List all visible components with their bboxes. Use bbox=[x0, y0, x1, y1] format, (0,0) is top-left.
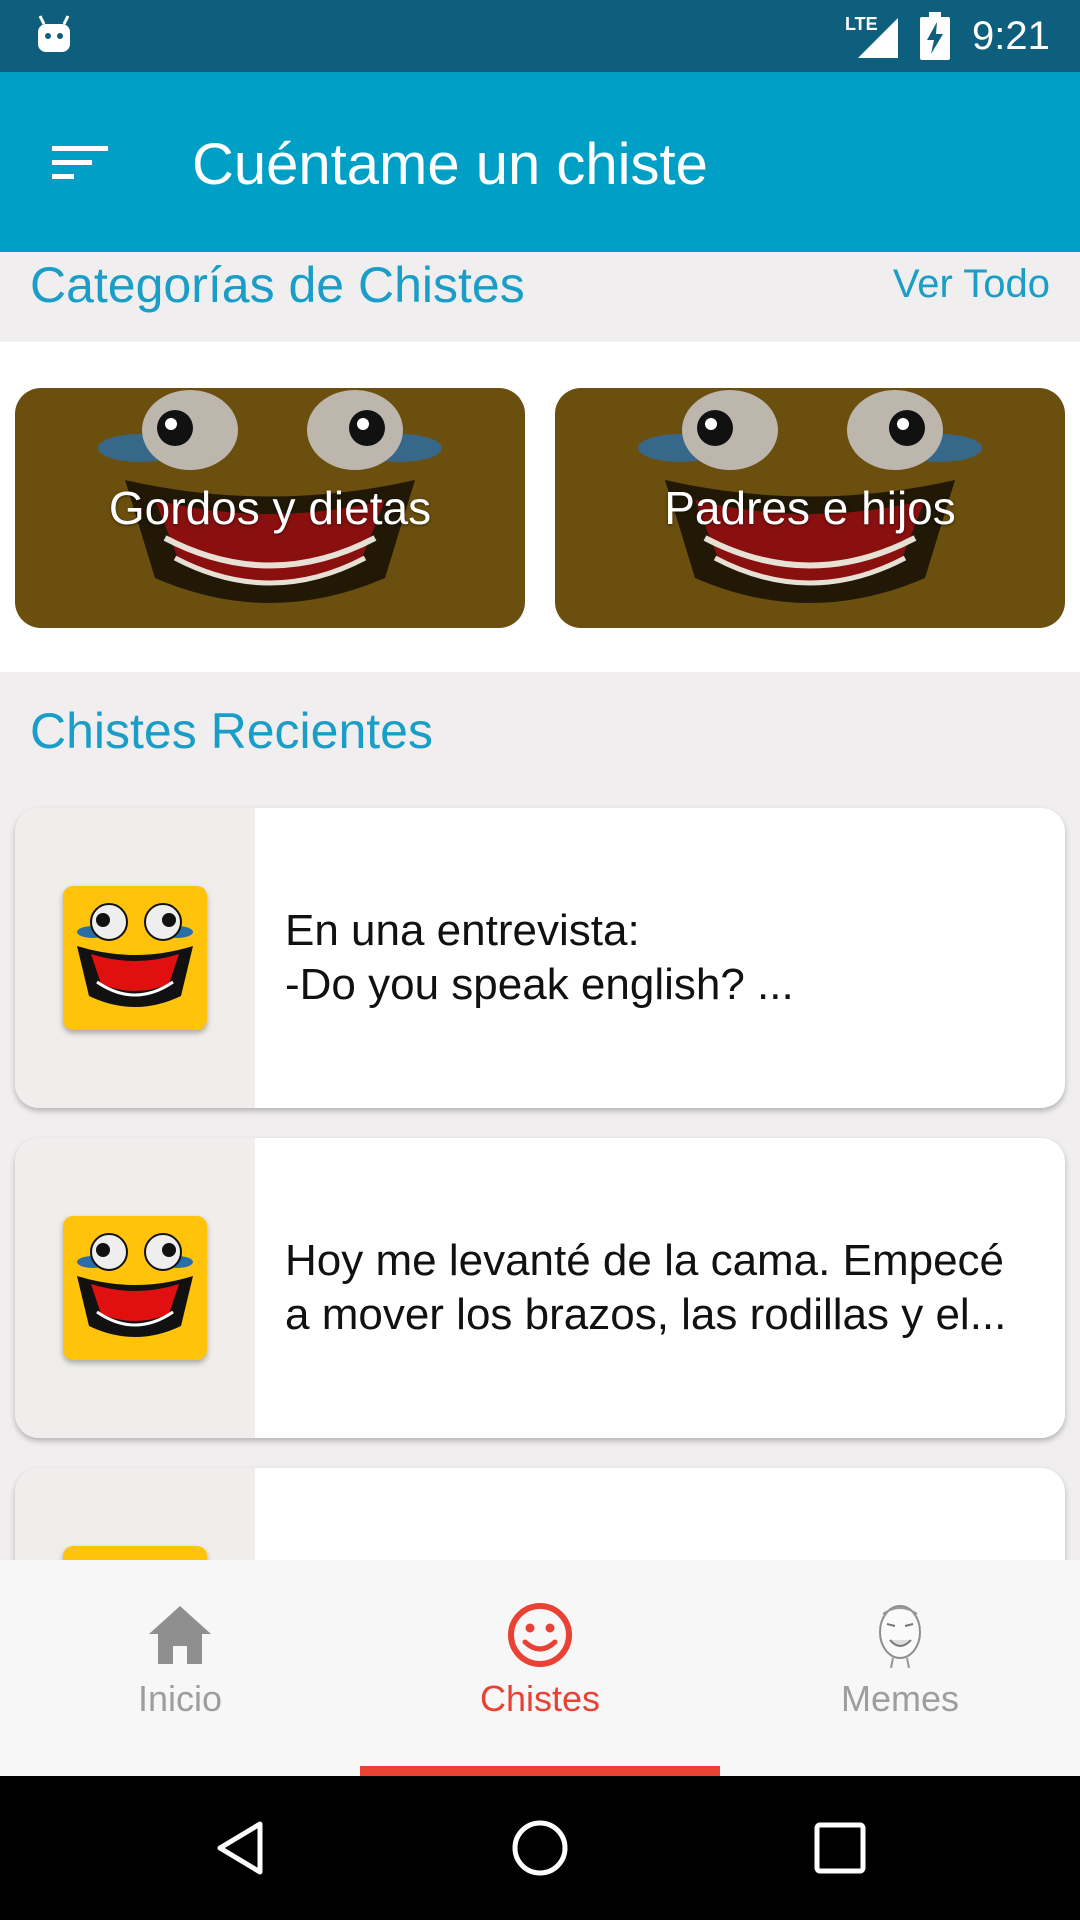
system-navigation-bar bbox=[0, 1776, 1080, 1920]
back-icon[interactable] bbox=[210, 1818, 270, 1878]
category-label: Padres e hijos bbox=[664, 482, 956, 534]
recent-jokes-header: Chistes Recientes bbox=[0, 672, 1080, 792]
category-card[interactable]: Gordos y dietas bbox=[15, 388, 525, 628]
battery-charging-icon bbox=[920, 12, 950, 60]
joke-thumbnail bbox=[63, 1216, 207, 1360]
joke-card[interactable]: Hoy me levanté de la cama. Empecé a move… bbox=[15, 1138, 1065, 1438]
categories-title: Categorías de Chistes bbox=[30, 257, 525, 313]
laughing-face-icon bbox=[77, 903, 193, 1007]
home-circle-icon[interactable] bbox=[510, 1818, 570, 1878]
meme-face-icon bbox=[879, 1605, 921, 1669]
nav-label: Memes bbox=[840, 1678, 960, 1719]
android-notification-icon bbox=[38, 15, 70, 52]
home-icon bbox=[149, 1606, 211, 1664]
clock: 9:21 bbox=[972, 14, 1050, 58]
joke-card[interactable]: En una entrevista: -Do you speak english… bbox=[15, 808, 1065, 1108]
app-title: Cuéntame un chiste bbox=[192, 132, 708, 197]
category-card[interactable]: Padres e hijos bbox=[555, 388, 1065, 628]
nav-item-memes[interactable]: Memes bbox=[720, 1560, 1080, 1776]
joke-preview-text: Hoy me levanté de la cama. Empecé a move… bbox=[285, 1236, 1007, 1339]
app-bar: Cuéntame un chiste bbox=[0, 72, 1080, 252]
bottom-navigation: Inicio Chistes Memes bbox=[0, 1560, 1080, 1776]
category-label: Gordos y dietas bbox=[108, 482, 432, 534]
nav-label: Chistes bbox=[479, 1678, 601, 1719]
sort-menu-icon[interactable] bbox=[52, 142, 108, 182]
categories-carousel: Gordos y dietas Padres e hijos bbox=[0, 342, 1080, 672]
recent-jokes-title: Chistes Recientes bbox=[30, 703, 433, 759]
recents-icon[interactable] bbox=[810, 1818, 870, 1878]
nav-label: Inicio bbox=[137, 1678, 223, 1719]
see-all-link[interactable]: Ver Todo bbox=[893, 262, 1050, 307]
active-tab-indicator bbox=[360, 1766, 720, 1776]
nav-item-inicio[interactable]: Inicio bbox=[0, 1560, 360, 1776]
nav-item-chistes[interactable]: Chistes bbox=[360, 1560, 720, 1776]
signal-icon bbox=[858, 18, 898, 58]
joke-preview-text: En una entrevista: -Do you speak english… bbox=[285, 906, 794, 1009]
categories-header: Categorías de Chistes Ver Todo bbox=[0, 252, 1080, 342]
status-bar: LTE 9:21 bbox=[0, 0, 1080, 72]
laughing-face-icon bbox=[77, 1233, 193, 1337]
joke-thumbnail bbox=[63, 886, 207, 1030]
joke-thumbnail-panel bbox=[15, 1138, 255, 1438]
smiley-icon bbox=[508, 1603, 572, 1667]
joke-thumbnail-panel bbox=[15, 808, 255, 1108]
